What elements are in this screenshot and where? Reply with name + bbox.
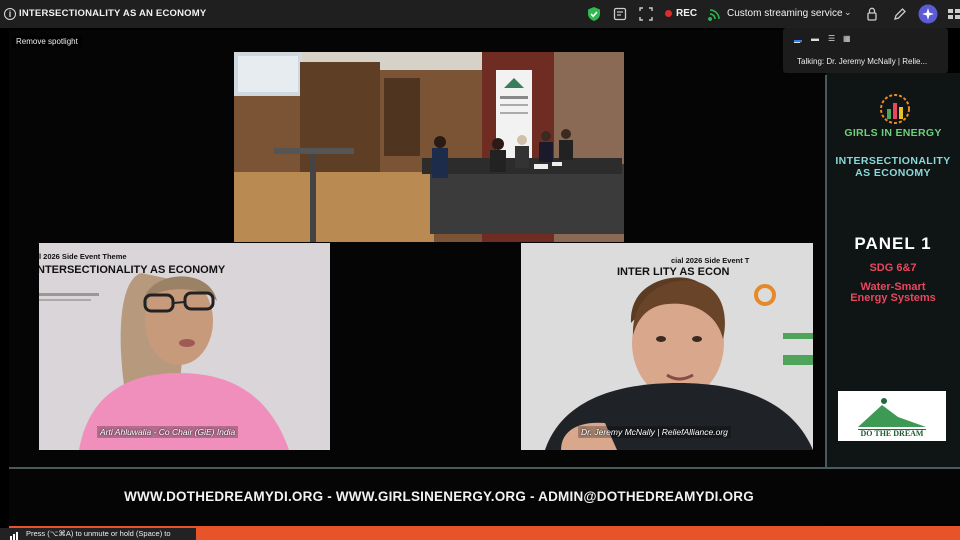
theme-line-1: INTERSECTIONALITY [835, 155, 951, 167]
ai-companion-icon[interactable] [918, 4, 938, 24]
participant-scene-jeremy: cial 2026 Side Event T INTER LITY AS ECO… [521, 243, 813, 450]
participant-scene-arti: l 2026 Side Event Theme NTERSECTIONALITY… [39, 243, 330, 450]
slide-heading-large-left: NTERSECTIONALITY AS ECONOMY [39, 264, 226, 276]
sdg-label: SDG 6&7 [869, 262, 917, 274]
participant-video-jeremy[interactable]: cial 2026 Side Event T INTER LITY AS ECO… [521, 243, 813, 450]
theme-title: INTERSECTIONALITY AS ECONOMY [826, 155, 960, 179]
active-speaker-label: Talking: Dr. Jeremy McNally | Relie... [797, 57, 928, 66]
rec-label: REC [676, 8, 698, 19]
panel-title: PANEL 1 [854, 234, 932, 253]
gallery-view-icon[interactable]: ▬ [811, 34, 819, 43]
panel-topic: Water-Smart Energy Systems [826, 282, 960, 304]
audio-level-icon [10, 532, 18, 540]
participant-name-tag: Dr. Jeremy McNally | ReliefAlliance.org [578, 426, 731, 438]
stacked-view-icon[interactable]: ☰ [828, 34, 835, 43]
topic-line-2: Energy Systems [850, 292, 936, 304]
logo-wordmark: DO THE DREAM [861, 429, 924, 438]
meeting-toolbar: i INTERSECTIONALITY AS AN ECONOMY REC Cu… [0, 0, 960, 28]
remove-spotlight-button[interactable]: Remove spotlight [12, 36, 82, 47]
security-icon[interactable] [864, 6, 880, 22]
room-scene [234, 52, 624, 242]
slide-heading-small-right: cial 2026 Side Event T [671, 256, 750, 265]
girls-in-energy-logo-icon [880, 94, 910, 124]
unmute-hint-toast: Press (⌥⌘A) to unmute or hold (Space) to [0, 528, 196, 540]
info-icon[interactable]: i [4, 8, 16, 20]
active-layout-indicator [794, 40, 802, 42]
shield-icon[interactable] [586, 6, 602, 22]
pencil-icon[interactable] [892, 6, 908, 22]
slide-heading-large-right: INTER LITY AS ECON [617, 266, 730, 278]
footer-links: WWW.DOTHEDREAMYDI.ORG - WWW.GIRLSINENERG… [124, 489, 754, 504]
streaming-icon[interactable] [707, 6, 723, 22]
picture-in-picture-icon[interactable] [638, 6, 654, 22]
conference-room-video [234, 52, 624, 242]
theme-line-2: AS ECONOMY [855, 167, 931, 179]
participant-name-tag: Arti Ahluwalia - Co Chair (GiE) India [97, 426, 239, 438]
participant-video-arti[interactable]: l 2026 Side Event Theme NTERSECTIONALITY… [39, 243, 330, 450]
brand-name: GIRLS IN ENERGY [844, 127, 942, 139]
grid-view-icon[interactable] [946, 6, 960, 22]
notes-icon[interactable] [612, 6, 628, 22]
meeting-title: INTERSECTIONALITY AS AN ECONOMY [19, 8, 207, 19]
grid-view-small-icon[interactable]: ▦ [843, 34, 851, 43]
recording-indicator-icon [665, 10, 672, 17]
slide-heading-small-left: l 2026 Side Event Theme [39, 252, 127, 261]
do-the-dream-logo: DO THE DREAM [838, 391, 946, 441]
chevron-down-icon[interactable]: ⌄ [844, 7, 852, 18]
layout-popover [783, 28, 948, 73]
streaming-service-selector[interactable]: Custom streaming service [727, 8, 843, 19]
